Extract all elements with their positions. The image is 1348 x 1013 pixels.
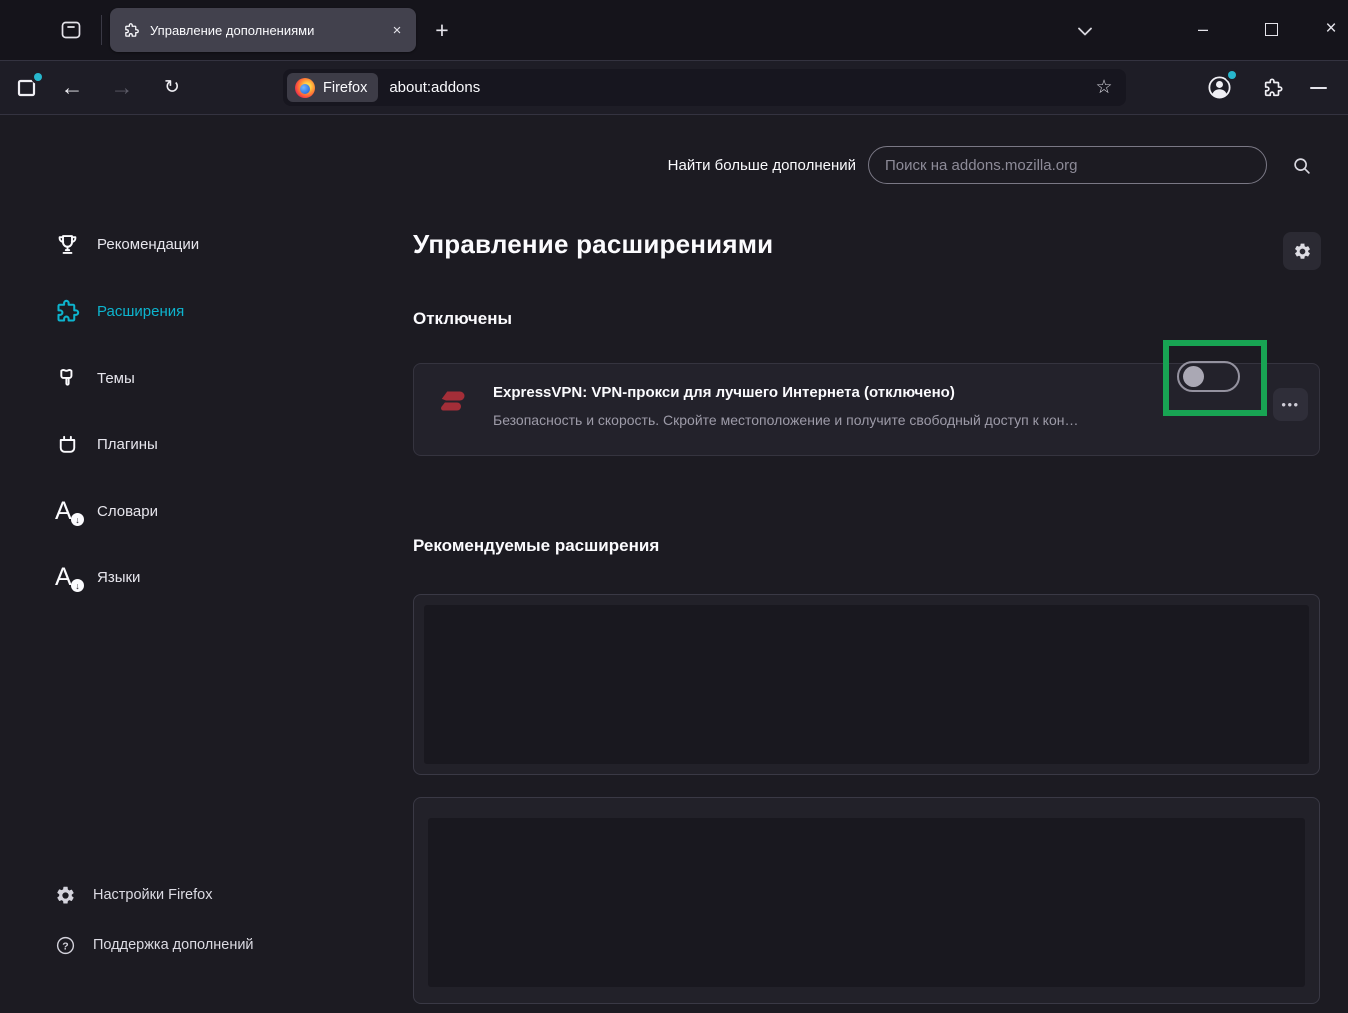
sidebar-item-recommendations[interactable]: Рекомендации xyxy=(52,226,199,262)
sidebar-item-label: Плагины xyxy=(97,435,158,453)
toggle-knob xyxy=(1183,366,1204,387)
search-icon xyxy=(1291,155,1313,177)
account-button[interactable] xyxy=(1202,70,1236,103)
find-more-addons-label: Найти больше дополнений xyxy=(667,157,856,174)
hamburger-menu-button[interactable] xyxy=(1302,75,1334,101)
identity-chip-label: Firefox xyxy=(323,79,368,96)
sidebar-item-label: Темы xyxy=(97,369,135,387)
page-title: Управление расширениями xyxy=(413,229,774,259)
account-icon xyxy=(1206,70,1236,101)
extension-name[interactable]: ExpressVPN: VPN-прокси для лучшего Интер… xyxy=(493,384,955,401)
sidebar-item-label: Словари xyxy=(97,502,158,520)
pinned-app-button[interactable] xyxy=(12,73,42,102)
puzzle-icon xyxy=(52,296,82,326)
maximize-icon xyxy=(1264,22,1278,36)
sidebar-item-themes[interactable]: Темы xyxy=(52,360,135,396)
account-notification-dot xyxy=(1227,70,1236,79)
extensions-toolbar-button[interactable] xyxy=(1258,74,1288,102)
reload-button[interactable]: ↻ xyxy=(156,72,188,102)
browser-window: Управление дополнениями × + – × ← → ↻ Fi… xyxy=(0,0,1348,1013)
minimize-button[interactable]: – xyxy=(1185,14,1221,44)
gear-icon xyxy=(1293,242,1312,261)
paintbrush-icon xyxy=(52,363,82,393)
window-close-button[interactable]: × xyxy=(1313,14,1348,44)
extension-more-options-button[interactable]: ••• xyxy=(1273,388,1308,421)
firefox-logo-icon xyxy=(295,77,315,98)
tab-separator xyxy=(101,15,102,45)
card-image-placeholder xyxy=(424,605,1309,764)
chevron-down-icon xyxy=(1078,27,1092,36)
url-bar[interactable]: Firefox about:addons ☆ xyxy=(283,69,1126,106)
plug-icon xyxy=(52,429,82,459)
firefox-view-icon xyxy=(59,18,83,42)
tab-bar: Управление дополнениями × + – × xyxy=(0,0,1348,60)
sidebar-item-label: Расширения xyxy=(97,302,185,320)
sidebar-item-extensions[interactable]: Расширения xyxy=(52,293,184,329)
sidebar-item-languages[interactable]: A ↓ Языки xyxy=(52,559,140,595)
tab-title: Управление дополнениями xyxy=(150,22,315,38)
new-tab-button[interactable]: + xyxy=(427,15,457,45)
dictionary-download-icon: A ↓ xyxy=(52,496,84,526)
gear-icon xyxy=(54,884,76,906)
firefox-view-button[interactable] xyxy=(56,15,86,45)
sidebar-item-addons-support[interactable]: ? Поддержка дополнений xyxy=(54,932,254,958)
svg-text:?: ? xyxy=(62,940,68,952)
maximize-button[interactable] xyxy=(1253,14,1289,44)
tools-for-all-addons-button[interactable] xyxy=(1283,232,1321,270)
disabled-section-heading: Отключены xyxy=(413,309,513,328)
notification-dot xyxy=(34,73,42,81)
navigation-toolbar: ← → ↻ Firefox about:addons ☆ xyxy=(0,60,1348,115)
hamburger-icon xyxy=(1309,87,1327,89)
app-window-icon xyxy=(15,73,42,100)
puzzle-icon xyxy=(1262,77,1284,99)
search-submit-button[interactable] xyxy=(1287,152,1317,180)
sidebar-item-label: Рекомендации xyxy=(97,235,200,253)
sidebar-item-firefox-settings[interactable]: Настройки Firefox xyxy=(54,882,212,908)
sidebar-footer-label: Поддержка дополнений xyxy=(93,937,254,953)
recommended-section-heading: Рекомендуемые расширения xyxy=(413,536,660,555)
sidebar-item-dictionaries[interactable]: A ↓ Словари xyxy=(52,493,158,529)
active-tab[interactable]: Управление дополнениями × xyxy=(110,8,416,52)
back-button[interactable]: ← xyxy=(56,72,88,102)
tab-close-icon[interactable]: × xyxy=(386,19,408,41)
list-all-tabs-button[interactable] xyxy=(1072,21,1098,41)
recommended-card-placeholder xyxy=(413,797,1320,1004)
language-download-icon: A ↓ xyxy=(52,562,84,592)
addons-search-input[interactable] xyxy=(868,146,1267,184)
extension-enable-toggle[interactable] xyxy=(1177,361,1240,392)
sidebar-footer-label: Настройки Firefox xyxy=(93,887,213,903)
url-text: about:addons xyxy=(389,79,481,96)
card-image-placeholder xyxy=(428,818,1305,987)
identity-chip[interactable]: Firefox xyxy=(287,73,379,102)
bookmark-star-icon[interactable]: ☆ xyxy=(1090,74,1118,102)
help-icon: ? xyxy=(54,934,76,956)
extension-description: Безопасность и скорость. Скройте местопо… xyxy=(493,412,1079,428)
forward-button[interactable]: → xyxy=(106,72,138,102)
sidebar-item-label: Языки xyxy=(97,568,141,586)
recommended-card-placeholder xyxy=(413,594,1320,775)
puzzle-favicon-icon xyxy=(123,22,140,39)
sidebar-item-plugins[interactable]: Плагины xyxy=(52,426,158,462)
trophy-icon xyxy=(52,229,82,259)
expressvpn-logo-icon xyxy=(434,382,472,420)
